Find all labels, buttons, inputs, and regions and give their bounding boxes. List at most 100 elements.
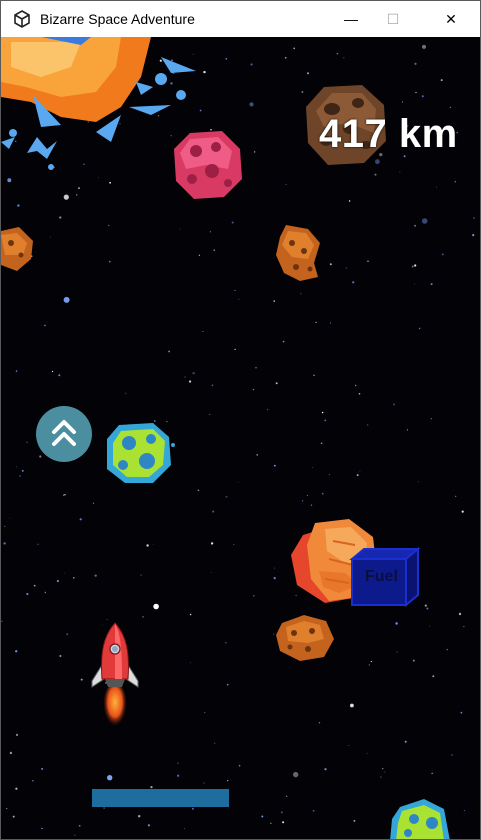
star (209, 414, 211, 415)
star (210, 571, 212, 573)
star (152, 543, 154, 545)
star (252, 594, 255, 597)
star (412, 659, 415, 662)
star (226, 779, 229, 782)
star (103, 807, 105, 809)
star (429, 625, 430, 627)
star (92, 502, 95, 504)
star (63, 194, 69, 200)
star (430, 418, 432, 420)
star (414, 62, 417, 65)
star (189, 380, 192, 383)
star (74, 834, 76, 836)
star (417, 481, 419, 483)
star (313, 374, 315, 376)
star (252, 388, 255, 391)
star (451, 754, 453, 756)
star (49, 236, 51, 238)
star (33, 584, 36, 587)
star (426, 607, 429, 610)
star (406, 429, 409, 431)
star (214, 742, 216, 744)
star (441, 253, 444, 256)
star (315, 321, 317, 323)
star (273, 300, 276, 302)
star (204, 712, 206, 713)
star (430, 283, 433, 286)
star (66, 633, 69, 636)
star (238, 764, 241, 767)
star (202, 331, 204, 333)
star (184, 376, 186, 378)
star (356, 474, 359, 477)
star (329, 263, 332, 266)
star (63, 494, 65, 496)
star (189, 613, 192, 616)
star (352, 281, 355, 284)
star (17, 204, 20, 207)
star (328, 474, 330, 476)
star (80, 678, 83, 681)
star (422, 44, 426, 49)
star (421, 218, 428, 224)
star (225, 57, 228, 60)
star (350, 703, 354, 708)
unity-logo-icon (14, 10, 30, 28)
star (368, 664, 370, 666)
star (395, 622, 398, 625)
star (473, 217, 475, 219)
game-window: Bizarre Space Adventure — ☐ ✕ Fuel 417 k… (0, 0, 481, 840)
star (320, 442, 323, 445)
star (153, 603, 159, 610)
boost-button[interactable] (36, 406, 92, 462)
star (41, 827, 43, 830)
close-button[interactable]: ✕ (428, 1, 474, 37)
star (300, 293, 302, 295)
star (318, 722, 321, 724)
star (142, 616, 144, 618)
star (179, 228, 181, 230)
star (184, 828, 186, 829)
star (140, 574, 142, 576)
star (231, 221, 234, 224)
star (432, 675, 435, 678)
star (125, 392, 127, 394)
star (250, 63, 253, 66)
star (15, 370, 18, 372)
star (203, 782, 205, 784)
maximize-button[interactable]: ☐ (370, 1, 416, 37)
star (374, 173, 377, 176)
window-title: Bizarre Space Adventure (40, 11, 195, 27)
star (177, 762, 179, 764)
star (401, 101, 404, 103)
star (16, 466, 18, 468)
star (282, 340, 285, 343)
star (293, 47, 296, 50)
star (44, 591, 46, 594)
fuel-bar (92, 789, 229, 807)
star (37, 543, 39, 545)
star (306, 494, 308, 496)
star (210, 542, 214, 545)
star (58, 374, 61, 377)
star (463, 810, 465, 812)
star (76, 194, 78, 196)
green-planet-2 (390, 799, 450, 839)
star (261, 815, 264, 818)
star (1, 620, 3, 623)
star (12, 815, 15, 818)
star (274, 567, 275, 569)
star (404, 740, 407, 743)
title-bar: Bizarre Space Adventure — ☐ ✕ (1, 1, 480, 37)
star (106, 619, 108, 621)
rocket-player (91, 622, 139, 731)
star (64, 572, 66, 574)
star (213, 249, 215, 251)
game-viewport[interactable]: Fuel 417 km (1, 37, 480, 839)
star (73, 577, 75, 579)
star (44, 324, 46, 327)
star (348, 745, 350, 746)
minimize-button[interactable]: — (328, 1, 374, 37)
star (310, 504, 313, 506)
star (146, 544, 149, 547)
